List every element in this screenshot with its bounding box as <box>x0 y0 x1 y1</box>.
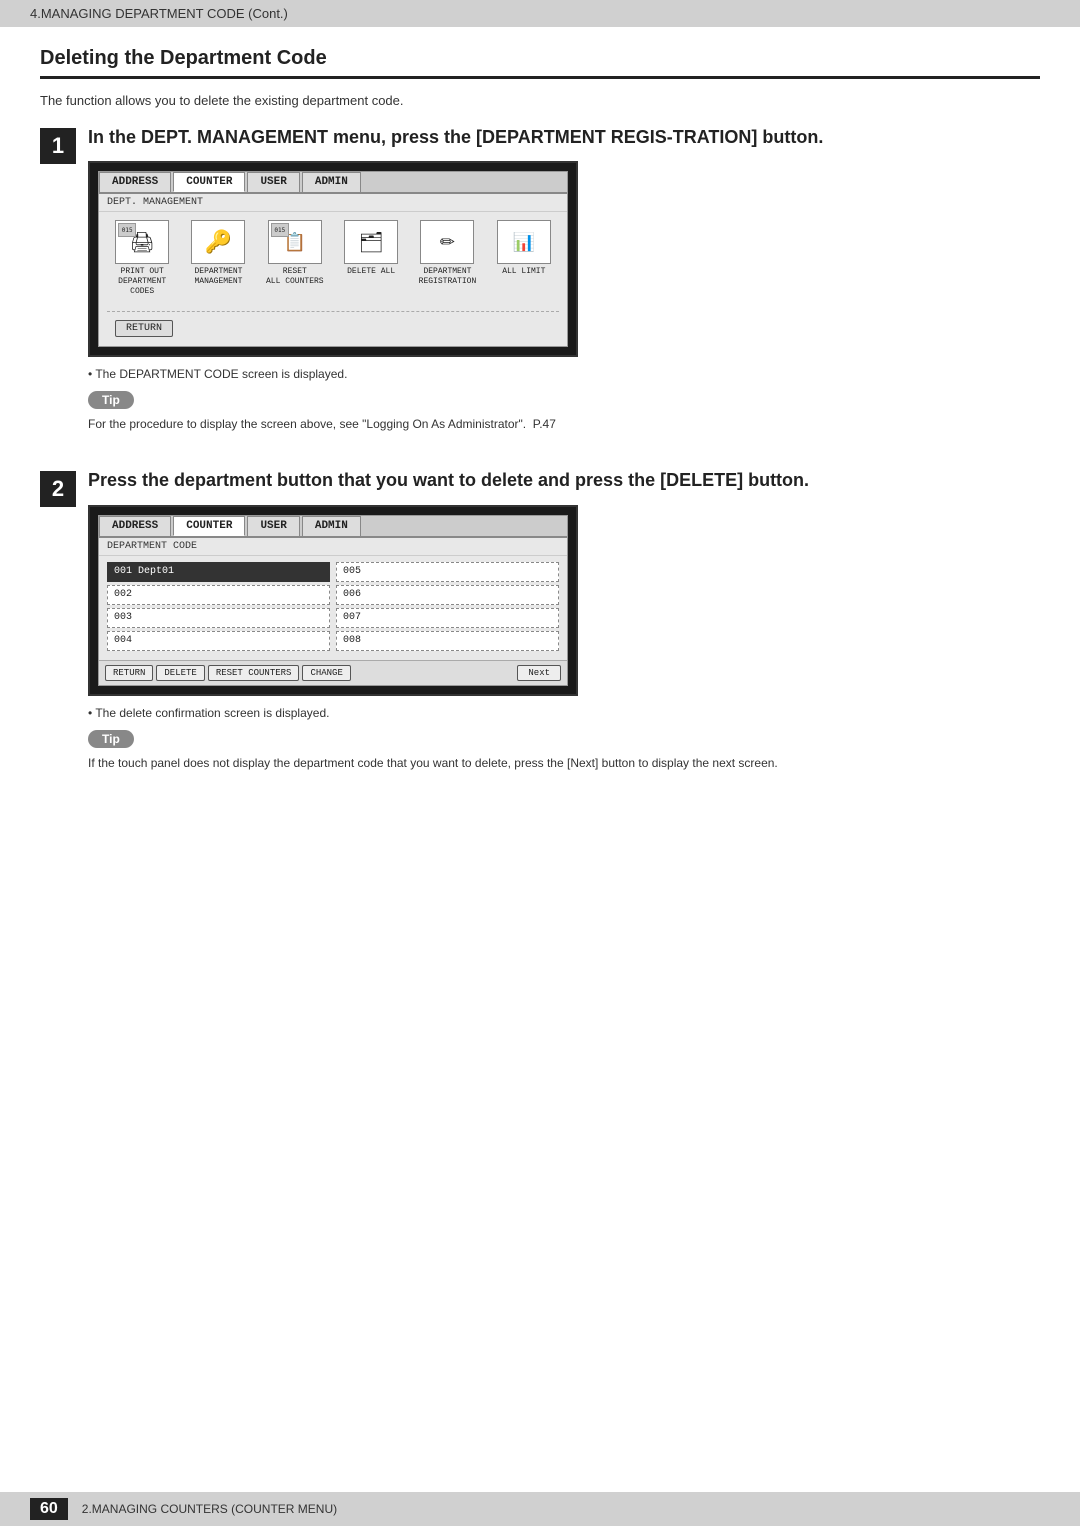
screen-next-btn[interactable]: Next <box>517 665 561 681</box>
dept-cell-006[interactable]: 006 <box>336 585 559 605</box>
dept-code-row-3: 003 007 <box>107 608 559 628</box>
screen2-label: DEPARTMENT CODE <box>99 538 567 556</box>
dept-icon-1: 🖨 015 PRINT OUTDEPARTMENT CODES <box>107 220 177 296</box>
tab-admin-1[interactable]: ADMIN <box>302 172 361 192</box>
tip1-label: Tip <box>88 391 134 409</box>
screen-change-btn[interactable]: CHANGE <box>302 665 350 681</box>
dept-icon-2: 🔑 DEPARTMENTMANAGEMENT <box>183 220 253 296</box>
step2-tip: Tip If the touch panel does not display … <box>88 730 1040 772</box>
dept-icons-area: 🖨 015 PRINT OUTDEPARTMENT CODES 🔑 DEPART… <box>99 212 567 304</box>
tab-admin-2[interactable]: ADMIN <box>302 516 361 536</box>
bottom-bar-text: 2.MANAGING COUNTERS (COUNTER MENU) <box>82 1502 337 1516</box>
step2-block: 2 Press the department button that you w… <box>40 469 1040 789</box>
tip1-text: For the procedure to display the screen … <box>88 415 1040 433</box>
step1-title: In the DEPT. MANAGEMENT menu, press the … <box>88 126 1040 149</box>
dept-code-grid: 001 Dept01 005 002 006 003 007 004 <box>99 556 567 660</box>
screen2-mockup: ADDRESS COUNTER USER ADMIN DEPARTMENT CO… <box>88 505 578 696</box>
dept-cell-002[interactable]: 002 <box>107 585 330 605</box>
step1-bullet: The DEPARTMENT CODE screen is displayed. <box>88 367 1040 381</box>
return-btn-1[interactable]: RETURN <box>115 320 173 337</box>
step2-content: Press the department button that you wan… <box>88 469 1040 789</box>
bottom-bar: 60 2.MANAGING COUNTERS (COUNTER MENU) <box>0 1492 1080 1526</box>
dept-code-row-1: 001 Dept01 005 <box>107 562 559 582</box>
screen1-bottom: RETURN <box>99 304 567 346</box>
screen-reset-counters-btn[interactable]: RESET COUNTERS <box>208 665 300 681</box>
dept-icon-5: ✏ DEPARTMENTREGISTRATION <box>412 220 482 296</box>
step2-number: 2 <box>40 471 76 507</box>
dept-cell-003[interactable]: 003 <box>107 608 330 628</box>
dept-cell-008[interactable]: 008 <box>336 631 559 651</box>
tab-user-1[interactable]: USER <box>247 172 299 192</box>
page-number: 60 <box>30 1498 68 1520</box>
screen1-label: DEPT. MANAGEMENT <box>99 194 567 212</box>
dept-icon-3: 📋 015 RESETALL COUNTERS <box>260 220 330 296</box>
dept-code-row-2: 002 006 <box>107 585 559 605</box>
screen1-mockup: ADDRESS COUNTER USER ADMIN DEPT. MANAGEM… <box>88 161 578 357</box>
tab-user-2[interactable]: USER <box>247 516 299 536</box>
dept-code-row-4: 004 008 <box>107 631 559 651</box>
dept-icon-4: 🗂 DELETE ALL <box>336 220 406 296</box>
page-description: The function allows you to delete the ex… <box>40 93 1040 108</box>
dept-icon-6: 📊 ALL LIMIT <box>489 220 559 296</box>
screen2-bottom-btns: RETURN DELETE RESET COUNTERS CHANGE Next <box>99 660 567 685</box>
dept-cell-007[interactable]: 007 <box>336 608 559 628</box>
top-bar: 4.MANAGING DEPARTMENT CODE (Cont.) <box>0 0 1080 27</box>
screen1-tabs: ADDRESS COUNTER USER ADMIN <box>99 172 567 194</box>
main-content: Deleting the Department Code The functio… <box>0 27 1080 848</box>
step1-number: 1 <box>40 128 76 164</box>
screen2-inner: ADDRESS COUNTER USER ADMIN DEPARTMENT CO… <box>98 515 568 686</box>
screen-return-btn[interactable]: RETURN <box>105 665 153 681</box>
tip2-label: Tip <box>88 730 134 748</box>
tip2-text: If the touch panel does not display the … <box>88 754 1040 772</box>
screen2-tabs: ADDRESS COUNTER USER ADMIN <box>99 516 567 538</box>
screen1-inner: ADDRESS COUNTER USER ADMIN DEPT. MANAGEM… <box>98 171 568 347</box>
step1-content: In the DEPT. MANAGEMENT menu, press the … <box>88 126 1040 451</box>
step2-title: Press the department button that you wan… <box>88 469 1040 492</box>
step1-tip: Tip For the procedure to display the scr… <box>88 391 1040 433</box>
dept-cell-004[interactable]: 004 <box>107 631 330 651</box>
step2-bullet: The delete confirmation screen is displa… <box>88 706 1040 720</box>
tab-counter-2[interactable]: COUNTER <box>173 516 245 536</box>
section-heading: Deleting the Department Code <box>40 47 1040 79</box>
screen-delete-btn[interactable]: DELETE <box>156 665 204 681</box>
tab-address-1[interactable]: ADDRESS <box>99 172 171 192</box>
tab-address-2[interactable]: ADDRESS <box>99 516 171 536</box>
tab-counter-1[interactable]: COUNTER <box>173 172 245 192</box>
dept-cell-001[interactable]: 001 Dept01 <box>107 562 330 582</box>
step1-block: 1 In the DEPT. MANAGEMENT menu, press th… <box>40 126 1040 451</box>
dept-cell-005[interactable]: 005 <box>336 562 559 582</box>
top-bar-text: 4.MANAGING DEPARTMENT CODE (Cont.) <box>30 6 288 21</box>
